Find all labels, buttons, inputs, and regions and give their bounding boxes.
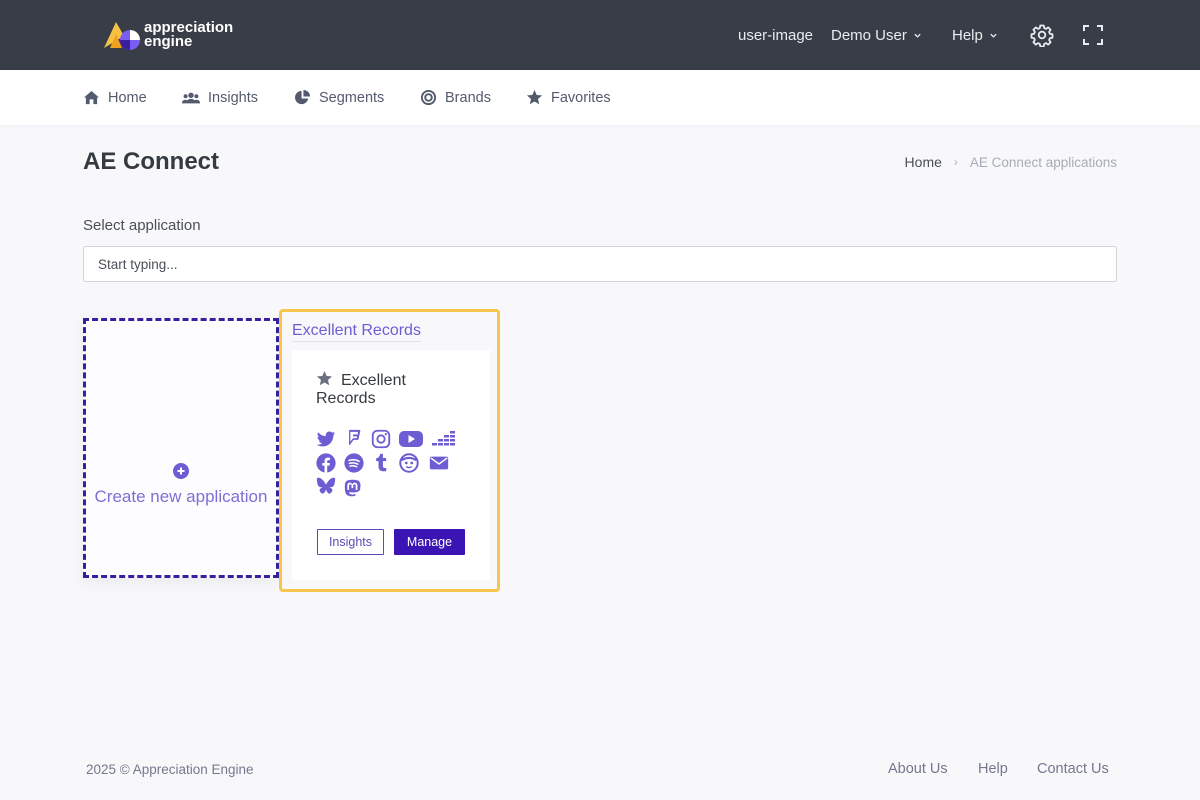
tumblr-icon[interactable] bbox=[370, 452, 392, 474]
user-menu[interactable]: Demo User bbox=[831, 0, 922, 70]
mastodon-icon[interactable] bbox=[343, 478, 363, 498]
main-nav: Home Insights Segments Brands Favorites bbox=[0, 70, 1200, 125]
chevron-down-icon bbox=[914, 33, 921, 38]
home-icon bbox=[84, 90, 99, 105]
instagram-icon[interactable] bbox=[370, 428, 392, 450]
application-card: Excellent Records Excellent Records Insi… bbox=[279, 309, 500, 592]
create-application-content: Create new application bbox=[86, 463, 276, 509]
help-menu[interactable]: Help bbox=[952, 0, 998, 70]
page-title: AE Connect bbox=[83, 148, 220, 175]
logo-icon bbox=[104, 22, 140, 50]
application-name: Excellent Records bbox=[316, 370, 466, 408]
help-label: Help bbox=[952, 26, 983, 44]
nav-label: Brands bbox=[445, 89, 491, 106]
users-icon bbox=[182, 92, 200, 103]
target-icon bbox=[420, 89, 437, 106]
bluesky-icon[interactable] bbox=[315, 475, 337, 497]
nav-label: Home bbox=[108, 89, 147, 106]
nav-item-segments[interactable]: Segments bbox=[294, 70, 384, 125]
insights-button[interactable]: Insights bbox=[317, 529, 384, 555]
twitter-icon[interactable] bbox=[315, 428, 337, 450]
footer-link-help[interactable]: Help bbox=[978, 761, 1008, 777]
nav-label: Favorites bbox=[551, 89, 611, 106]
logo-text-line2: engine bbox=[144, 33, 193, 50]
email-icon[interactable] bbox=[428, 452, 450, 474]
nav-label: Segments bbox=[319, 89, 385, 106]
breadcrumb-separator: › bbox=[953, 155, 958, 169]
nav-label: Insights bbox=[208, 89, 258, 106]
logo[interactable]: appreciation engine bbox=[102, 18, 233, 52]
application-card-title[interactable]: Excellent Records bbox=[292, 322, 421, 342]
footer-link-about[interactable]: About Us bbox=[888, 761, 948, 777]
breadcrumb-current: AE Connect applications bbox=[969, 154, 1117, 170]
facebook-icon[interactable] bbox=[315, 452, 337, 474]
footer-copyright: 2025 © Appreciation Engine bbox=[86, 762, 254, 777]
plus-circle-icon bbox=[173, 463, 189, 479]
deezer-icon[interactable] bbox=[431, 428, 456, 450]
napster-icon[interactable] bbox=[398, 452, 420, 474]
breadcrumb: Home › AE Connect applications bbox=[905, 154, 1117, 170]
youtube-icon[interactable] bbox=[398, 428, 424, 450]
top-header: appreciation engine user-image Demo User… bbox=[0, 0, 1200, 70]
user-image[interactable]: user-image bbox=[738, 0, 813, 70]
pie-chart-icon bbox=[295, 89, 311, 105]
create-application-label: Create new application bbox=[94, 487, 268, 506]
gear-icon[interactable] bbox=[1030, 23, 1054, 47]
user-name: Demo User bbox=[831, 26, 907, 44]
chevron-down-icon bbox=[990, 33, 997, 38]
star-icon bbox=[526, 89, 543, 105]
application-search-input[interactable] bbox=[83, 246, 1117, 282]
manage-button[interactable]: Manage bbox=[394, 529, 465, 555]
foursquare-icon[interactable] bbox=[343, 428, 365, 450]
application-card-body: Excellent Records Insights Manage bbox=[292, 350, 490, 580]
footer-link-contact[interactable]: Contact Us bbox=[1037, 761, 1109, 777]
star-icon bbox=[316, 370, 333, 386]
fullscreen-icon[interactable] bbox=[1081, 23, 1105, 47]
nav-item-insights[interactable]: Insights bbox=[182, 70, 258, 125]
logo-text: appreciation engine bbox=[144, 20, 233, 50]
select-application-label: Select application bbox=[83, 217, 201, 234]
nav-item-favorites[interactable]: Favorites bbox=[526, 70, 611, 125]
nav-item-home[interactable]: Home bbox=[83, 70, 147, 125]
spotify-icon[interactable] bbox=[343, 452, 365, 474]
nav-item-brands[interactable]: Brands bbox=[420, 70, 491, 125]
breadcrumb-home[interactable]: Home bbox=[905, 154, 942, 170]
create-application-card[interactable]: Create new application bbox=[83, 318, 279, 578]
